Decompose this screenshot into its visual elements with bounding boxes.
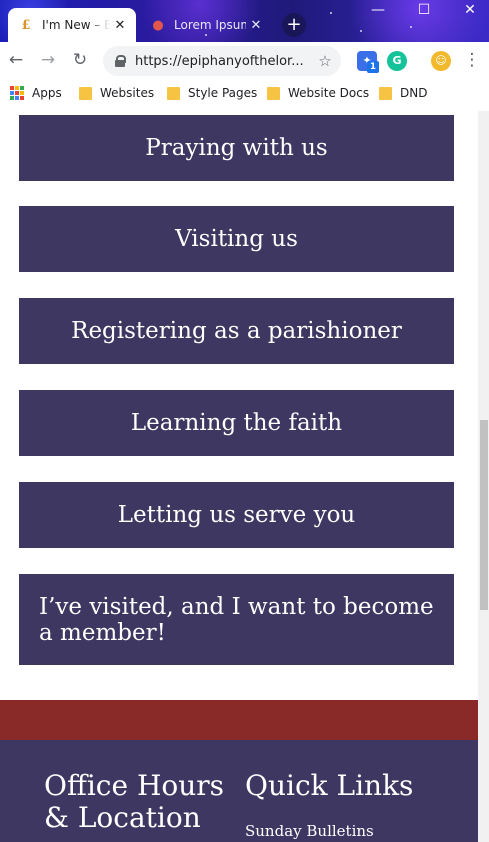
back-arrow-icon[interactable]: ← [6, 50, 26, 70]
toolbar: ← → ↻ https://epiphanyofthelor... ☆ ✦ 1 … [0, 42, 489, 80]
epiphany-e-icon: £ [21, 17, 31, 33]
bookmark-label: Websites [100, 86, 155, 100]
tab-title: I'm New – Epiphany [42, 18, 110, 32]
become-member-button[interactable]: I’ve visited, and I want to become a mem… [19, 574, 454, 665]
bookmarks-bar: Apps Websites Style Pages Website Docs D… [0, 80, 489, 112]
maximize-button[interactable]: ☐ [401, 0, 447, 22]
bookmark-dnd[interactable]: DND [379, 86, 427, 100]
close-icon[interactable]: ✕ [246, 18, 266, 33]
office-hours-heading: Office Hours & Location [44, 769, 225, 834]
bookmark-website-docs[interactable]: Website Docs [267, 86, 369, 100]
folder-icon [379, 86, 392, 100]
new-tab-button[interactable]: + [282, 13, 306, 37]
page-viewport: Praying with us Visiting us Registering … [0, 111, 478, 842]
lock-icon [115, 55, 126, 67]
minimize-button[interactable]: — [355, 0, 401, 22]
bookmark-label: Apps [32, 86, 62, 100]
url-text: https://epiphanyofthelor... [135, 53, 304, 69]
extension-icon[interactable]: ✦ 1 [357, 51, 379, 73]
footer: Office Hours & Location Quick Links Sund… [0, 740, 478, 842]
registering-parishioner-button[interactable]: Registering as a parishioner [19, 298, 454, 364]
folder-icon [167, 86, 180, 100]
learning-the-faith-button[interactable]: Learning the faith [19, 390, 454, 456]
close-window-button[interactable]: ✕ [447, 0, 489, 22]
profile-avatar-icon[interactable]: ☺ [431, 51, 451, 71]
sunday-bulletins-link[interactable]: Sunday Bulletins [245, 822, 374, 840]
bookmark-apps[interactable]: Apps [10, 86, 62, 100]
close-icon[interactable]: ✕ [110, 18, 130, 33]
visiting-us-button[interactable]: Visiting us [19, 206, 454, 272]
reload-icon[interactable]: ↻ [70, 50, 90, 70]
bookmark-websites[interactable]: Websites [79, 86, 154, 100]
extension-badge: 1 [367, 61, 379, 73]
red-divider-band [0, 700, 478, 740]
scrollbar-thumb[interactable] [480, 420, 488, 610]
forward-arrow-icon[interactable]: → [38, 50, 58, 70]
bookmark-label: Style Pages [188, 86, 258, 100]
grammarly-icon[interactable]: G [387, 51, 407, 71]
praying-with-us-button[interactable]: Praying with us [19, 115, 454, 181]
title-bar: £ I'm New – Epiphany ✕ ● Lorem Ipsum ✕ +… [0, 0, 489, 42]
letting-us-serve-you-button[interactable]: Letting us serve you [19, 482, 454, 548]
quick-links-heading: Quick Links [245, 769, 414, 802]
address-bar[interactable]: https://epiphanyofthelor... ☆ [103, 46, 341, 76]
tab-im-new[interactable]: £ I'm New – Epiphany ✕ [8, 8, 136, 42]
browser-chrome: £ I'm New – Epiphany ✕ ● Lorem Ipsum ✕ +… [0, 0, 489, 112]
tab-lorem-ipsum[interactable]: ● Lorem Ipsum ✕ [140, 8, 272, 42]
folder-icon [79, 86, 92, 100]
bookmark-star-icon[interactable]: ☆ [313, 52, 337, 70]
apps-grid-icon [10, 86, 24, 100]
lorem-ipsum-icon: ● [152, 17, 164, 33]
bookmark-style-pages[interactable]: Style Pages [167, 86, 257, 100]
tab-title: Lorem Ipsum [174, 18, 246, 32]
bookmark-label: DND [400, 86, 428, 100]
folder-icon [267, 86, 280, 100]
bookmark-label: Website Docs [288, 86, 370, 100]
menu-kebab-icon[interactable]: ⋮ [462, 50, 482, 70]
